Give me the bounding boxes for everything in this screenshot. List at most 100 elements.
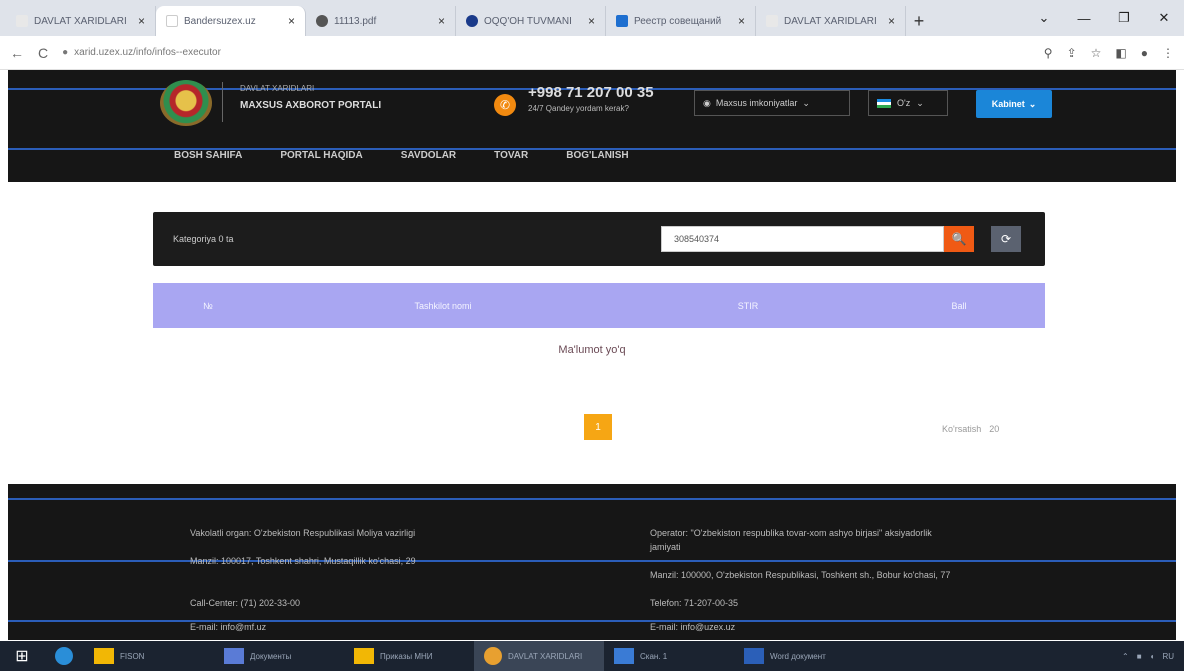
telegram-icon[interactable] [44, 641, 84, 671]
language-select[interactable]: O'z ⌄ [868, 90, 948, 116]
tab-title: DAVLAT XARIDLARI [784, 15, 877, 27]
back-button[interactable]: ← [10, 45, 24, 61]
chrome-icon [484, 647, 502, 665]
browser-tab[interactable]: DAVLAT XARIDLARI × [756, 6, 906, 36]
results-table-header: № Tashkilot nomi STIR Ball [153, 283, 1045, 328]
taskbar-app[interactable]: Word документ [734, 641, 864, 671]
sidepanel-icon[interactable]: ◧ [1115, 46, 1126, 60]
window-controls: ⌄ — ❐ ✕ [1024, 0, 1184, 36]
empty-results-message: Ma'lumot yo'q [558, 344, 626, 356]
profile-icon[interactable]: ● [1141, 46, 1148, 60]
tray-chevron-icon[interactable]: ⌃ [1122, 652, 1129, 661]
star-icon[interactable]: ☆ [1091, 46, 1102, 60]
nav-item-contact[interactable]: BOG'LANISH [566, 150, 628, 161]
tab-title: OQQ'OH TUVMANI [484, 15, 572, 27]
tab-favicon [766, 15, 778, 27]
network-icon[interactable]: ■ [1137, 652, 1142, 661]
browser-tab[interactable]: OQQ'OH TUVMANI × [456, 6, 606, 36]
browser-tab[interactable]: Реестр совещаний × [606, 6, 756, 36]
column-header-number[interactable]: № [153, 301, 263, 311]
flag-icon [877, 98, 891, 108]
address-bar: ← C ● xarid.uzex.uz/info/infos--executor… [0, 36, 1184, 70]
main-nav: BOSH SAHIFA PORTAL HAQIDA SAVDOLAR TOVAR… [174, 150, 667, 161]
volume-icon[interactable]: ◖ [1150, 652, 1155, 661]
kabinet-button[interactable]: Kabinet ⌄ [976, 90, 1052, 118]
browser-tab[interactable]: Bandersuzex.uz × [156, 6, 306, 36]
nav-item-goods[interactable]: TOVAR [494, 150, 528, 161]
accessibility-select[interactable]: ◉ Maxsus imkoniyatlar ⌄ [694, 90, 850, 116]
footer-divider [8, 560, 1176, 562]
footer-operator-address: Manzil: 100000, O'zbekiston Respublikasi… [650, 570, 951, 580]
footer-operator-cont: jamiyati [650, 542, 681, 552]
taskbar-app[interactable]: FISON [84, 641, 214, 671]
close-icon[interactable]: × [288, 14, 295, 28]
close-icon[interactable]: × [138, 14, 145, 28]
footer-phone: Telefon: 71-207-00-35 [650, 598, 739, 608]
search-panel: Kategoriya 0 ta 308540374 🔍 ⟳ [153, 212, 1045, 266]
close-icon[interactable]: × [888, 14, 895, 28]
zoom-icon[interactable]: ⚲ [1044, 46, 1053, 60]
close-icon[interactable]: × [438, 14, 445, 28]
site-header: DAVLAT XARIDLARI MAXSUS AXBOROT PORTALI … [8, 70, 1176, 182]
footer-callcenter: Call-Center: (71) 202-33-00 [190, 598, 301, 608]
eye-icon: ◉ [703, 97, 711, 108]
taskbar-app[interactable]: DAVLAT XARIDLARI [474, 641, 604, 671]
minimize-button[interactable]: — [1064, 0, 1104, 36]
folder-icon [354, 648, 374, 664]
new-tab-button[interactable]: + [906, 6, 932, 36]
reset-button[interactable]: ⟳ [991, 226, 1021, 252]
footer-operator-email[interactable]: E-mail: info@uzex.uz [650, 622, 735, 632]
search-input[interactable]: 308540374 [661, 226, 944, 252]
tab-favicon [616, 15, 628, 27]
nav-item-about[interactable]: PORTAL HAQIDA [280, 150, 362, 161]
phone-caption: 24/7 Qandey yordam kerak? [528, 104, 629, 113]
browser-tab[interactable]: DAVLAT XARIDLARI × [6, 6, 156, 36]
phone-icon: ✆ [494, 94, 516, 116]
language-indicator[interactable]: RU [1162, 652, 1174, 661]
tab-favicon [166, 15, 178, 27]
tab-favicon [466, 15, 478, 27]
chevron-down-icon: ⌄ [802, 97, 810, 108]
browser-tabstrip: DAVLAT XARIDLARI × Bandersuzex.uz × 11113.… [0, 0, 1184, 36]
close-icon[interactable]: × [588, 14, 595, 28]
tab-favicon [316, 15, 328, 27]
footer-email[interactable]: E-mail: info@mf.uz [190, 622, 266, 632]
maximize-button[interactable]: ❐ [1104, 0, 1144, 36]
page-button-current[interactable]: 1 [584, 414, 612, 440]
refresh-icon: ⟳ [1000, 232, 1012, 246]
search-button[interactable]: 🔍 [944, 226, 974, 252]
column-header-organization[interactable]: Tashkilot nomi [263, 301, 623, 311]
tab-search-button[interactable]: ⌄ [1024, 0, 1064, 36]
nav-item-trades[interactable]: SAVDOLAR [401, 150, 456, 161]
per-page-value[interactable]: 20 [989, 424, 999, 434]
taskbar-app[interactable]: Документы [214, 641, 344, 671]
windows-start-icon[interactable]: ⊞ [0, 641, 44, 671]
taskbar-app[interactable]: Скан. 1 [604, 641, 734, 671]
url-text: xarid.uzex.uz/info/infos--executor [74, 47, 221, 58]
chevron-down-icon: ⌄ [916, 97, 924, 108]
taskbar-app[interactable]: Приказы МНИ [344, 641, 474, 671]
close-window-button[interactable]: ✕ [1144, 0, 1184, 36]
column-header-stir[interactable]: STIR [623, 301, 873, 311]
tab-title: Реестр совещаний [634, 15, 722, 27]
menu-icon[interactable]: ⋮ [1162, 46, 1174, 60]
footer-address: Manzil: 100017, Toshkent shahri, Mustaqi… [190, 556, 416, 566]
nav-item-home[interactable]: BOSH SAHIFA [174, 150, 242, 161]
phone-number[interactable]: +998 71 207 00 35 [528, 84, 654, 101]
close-icon[interactable]: × [738, 14, 745, 28]
share-icon[interactable]: ⇪ [1067, 46, 1077, 60]
column-header-score[interactable]: Ball [873, 301, 1045, 311]
folder-icon [94, 648, 114, 664]
scanner-icon [614, 648, 634, 664]
toolbar-icons: ⚲ ⇪ ☆ ◧ ● ⋮ [1044, 46, 1174, 60]
per-page-control[interactable]: Ko'rsatish 20 [942, 424, 999, 434]
lock-icon: ● [62, 47, 69, 58]
logo-title[interactable]: MAXSUS AXBOROT PORTALI [240, 100, 381, 111]
tab-title: Bandersuzex.uz [184, 15, 256, 27]
reload-button[interactable]: C [38, 45, 48, 61]
browser-tab[interactable]: 11113.pdf × [306, 6, 456, 36]
url-field[interactable]: ● xarid.uzex.uz/info/infos--executor [62, 41, 1030, 65]
site-footer: Vakolatli organ: O'zbekiston Respublikas… [8, 484, 1176, 640]
per-page-label: Ko'rsatish [942, 424, 982, 434]
emblem-logo[interactable] [160, 80, 212, 126]
